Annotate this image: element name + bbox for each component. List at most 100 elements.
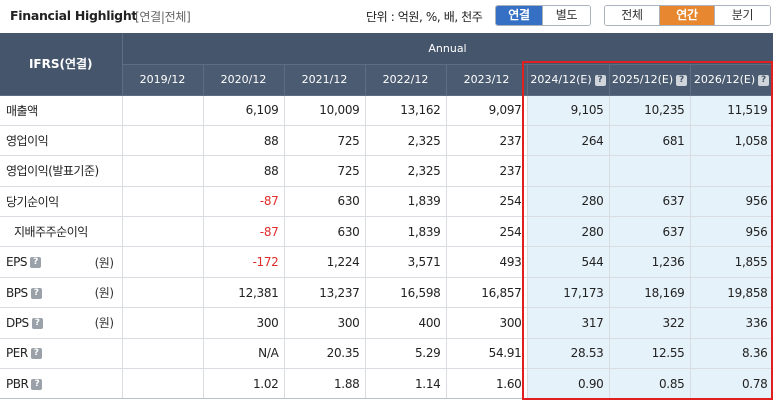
table-cell: 254	[446, 186, 528, 218]
year-header: 2019/12	[122, 64, 204, 96]
year-header: 2020/12	[203, 64, 285, 96]
row-label: BPS	[6, 285, 28, 300]
row-label: DPS	[6, 315, 29, 330]
question-icon[interactable]: ?	[30, 287, 42, 299]
separate-button[interactable]: 별도	[543, 6, 590, 25]
table-cell	[122, 338, 204, 370]
scope-toggle: 연결 별도	[495, 5, 591, 26]
table-cell: 725	[284, 155, 366, 187]
row-label: 지배주주순이익	[14, 225, 88, 240]
table-cell	[122, 186, 204, 218]
table-cell: 681	[609, 125, 691, 157]
question-icon[interactable]: ?	[31, 378, 43, 390]
consolidated-button[interactable]: 연결	[496, 6, 543, 25]
row-label: PBR	[6, 376, 29, 391]
year-label: 2019/12	[139, 73, 186, 86]
row-label-cell: PBR?	[0, 368, 123, 400]
table-row: BPS? (원) 12,381 13,237 16,598 16,857 17,173 18,…	[0, 277, 773, 309]
table-cell: 10,009	[284, 95, 366, 126]
question-icon[interactable]: ?	[676, 74, 688, 86]
table-cell: 8.36	[690, 338, 773, 370]
table-cell: 1.88	[284, 368, 366, 400]
table-cell: 10,235	[609, 95, 691, 126]
table-cell: 19,858	[690, 277, 773, 309]
annual-button[interactable]: 연간	[660, 6, 715, 25]
table-cell: 28.53	[527, 338, 610, 370]
table-cell: 637	[609, 216, 691, 248]
table-cell: 0.78	[690, 368, 773, 400]
table-cell: 5.29	[365, 338, 447, 370]
table-cell: 544	[527, 246, 610, 278]
table-cell: 88	[203, 155, 285, 187]
table-cell: 237	[446, 155, 528, 187]
page-title: Financial Highlight	[10, 8, 138, 23]
row-label-cell: DPS? (원)	[0, 307, 123, 339]
table-cell: 317	[527, 307, 610, 339]
question-icon[interactable]: ?	[31, 317, 43, 329]
table-cell	[122, 155, 204, 187]
year-label: 2020/12	[220, 73, 267, 86]
table-cell: 1,236	[609, 246, 691, 278]
table-cell: 11,519	[690, 95, 773, 126]
table-cell: 237	[446, 125, 528, 157]
year-header: 2024/12(E)?	[527, 64, 610, 96]
question-icon[interactable]: ?	[758, 74, 770, 86]
table-row: PER? N/A 20.35 5.29 54.91 28.53 12.55 8.36	[0, 338, 773, 370]
year-label: 2021/12	[301, 73, 348, 86]
table-cell: 1,855	[690, 246, 773, 278]
row-label-cell: 당기순이익	[0, 186, 123, 218]
annual-header: Annual	[122, 33, 773, 65]
year-header: 2023/12	[446, 64, 528, 96]
table-cell: -172	[203, 246, 285, 278]
table-cell: 336	[690, 307, 773, 339]
quarterly-button[interactable]: 분기	[715, 6, 770, 25]
table-cell: 20.35	[284, 338, 366, 370]
table-cell: 18,169	[609, 277, 691, 309]
table-cell	[122, 277, 204, 309]
unit-won-label: (원)	[94, 316, 114, 331]
row-label-cell: BPS? (원)	[0, 277, 123, 309]
table-cell: 1.60	[446, 368, 528, 400]
unit-won-label: (원)	[94, 255, 114, 270]
all-period-button[interactable]: 전체	[605, 6, 660, 25]
row-label: 영업이익	[6, 134, 49, 149]
financial-highlight-table: IFRS(연결) Annual 2019/12 2020/12 2021/12 202…	[0, 33, 773, 400]
table-cell: 3,571	[365, 246, 447, 278]
unit-label: 단위 : 억원, %, 배, 천주	[366, 10, 483, 24]
year-header: 2022/12	[365, 64, 447, 96]
table-cell	[122, 368, 204, 400]
table-cell: -87	[203, 186, 285, 218]
table-cell: N/A	[203, 338, 285, 370]
table-body: 매출액 6,109 10,009 13,162 9,097 9,105 10,235 11,5…	[0, 95, 773, 400]
table-row: PBR? 1.02 1.88 1.14 1.60 0.90 0.85 0.78	[0, 368, 773, 400]
table-row: 매출액 6,109 10,009 13,162 9,097 9,105 10,235 11,5…	[0, 95, 773, 126]
row-label-cell: 지배주주순이익	[0, 216, 123, 248]
table-cell: 13,162	[365, 95, 447, 126]
question-icon[interactable]: ?	[594, 74, 606, 86]
row-label: 매출액	[6, 103, 38, 118]
table-cell: 54.91	[446, 338, 528, 370]
table-cell: 1,839	[365, 186, 447, 218]
table-row: 당기순이익 -87 630 1,839 254 280 637 956	[0, 186, 773, 218]
table-cell: 16,857	[446, 277, 528, 309]
period-toggle: 전체 연간 분기	[604, 5, 771, 26]
table-cell: 88	[203, 125, 285, 157]
table-cell: 1.14	[365, 368, 447, 400]
table-cell: 637	[609, 186, 691, 218]
table-cell: 725	[284, 125, 366, 157]
table-cell: 264	[527, 125, 610, 157]
row-label: 영업이익(발표기준)	[6, 164, 99, 179]
question-icon[interactable]: ?	[30, 348, 42, 360]
year-header: 2021/12	[284, 64, 366, 96]
table-cell: 16,598	[365, 277, 447, 309]
table-cell	[122, 246, 204, 278]
table-row: EPS? (원) -172 1,224 3,571 493 544 1,236 1,855	[0, 246, 773, 278]
row-label-cell: 영업이익	[0, 125, 123, 157]
question-icon[interactable]: ?	[29, 257, 41, 269]
table-cell: 0.90	[527, 368, 610, 400]
unit-won-label: (원)	[94, 286, 114, 301]
table-cell: 300	[446, 307, 528, 339]
table-cell: 493	[446, 246, 528, 278]
top-bar: Financial Highlight [연결|전체] 단위 : 억원, %, …	[0, 0, 773, 33]
table-row: DPS? (원) 300 300 400 300 317 322 336	[0, 307, 773, 339]
